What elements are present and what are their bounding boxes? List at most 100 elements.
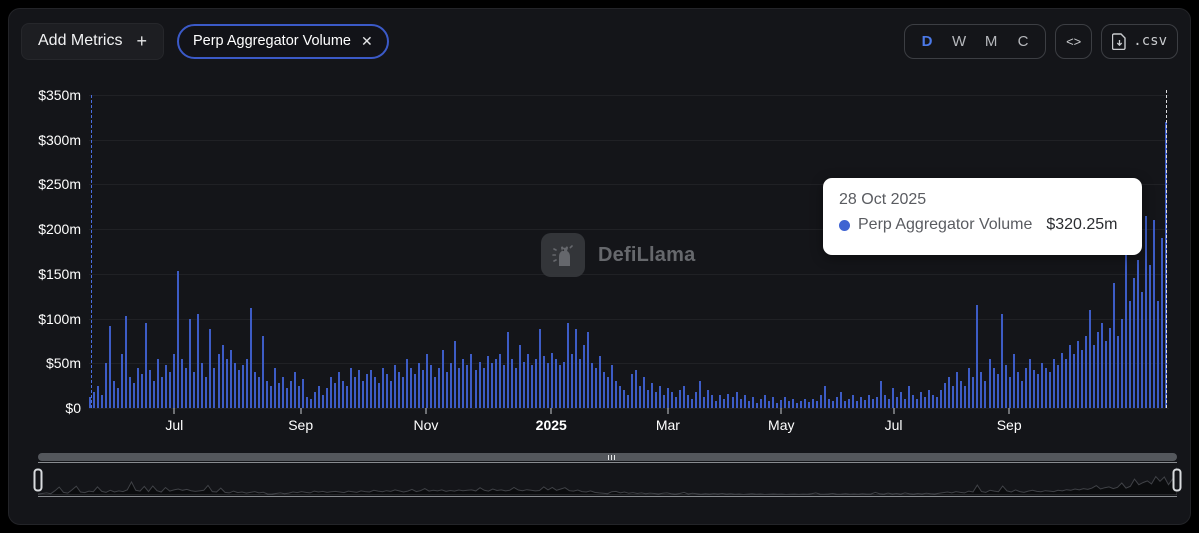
brush-handle-left[interactable] [33,468,43,491]
bar [586,332,589,408]
bar [791,399,794,408]
bar [109,325,112,408]
bar [442,349,445,408]
interval-button-m[interactable]: M [975,33,1007,50]
bar [490,363,493,408]
bar [683,385,686,408]
bar [394,365,397,408]
bar [418,363,421,408]
bar [422,370,425,408]
bar [799,400,802,408]
bar [478,361,481,408]
bar [687,394,690,408]
bar [1121,318,1124,408]
add-metrics-button[interactable]: Add Metrics + [21,22,164,60]
bar [932,394,935,408]
interval-button-c[interactable]: C [1007,33,1039,50]
x-axis-label: May [768,417,795,433]
bar [350,367,353,408]
bar [980,372,983,408]
close-icon[interactable]: ✕ [361,33,373,50]
tooltip: 28 Oct 2025 Perp Aggregator Volume $320.… [823,178,1142,255]
bar [133,382,136,408]
bar [221,345,224,408]
bar [960,381,963,408]
gridline [89,408,1169,409]
bar [984,381,987,408]
bar [699,381,702,408]
bar [526,354,529,408]
bar [333,382,336,408]
x-axis-label: Jul [884,417,903,433]
bar [751,397,754,408]
range-start-dashed-line [91,95,92,408]
bar [643,376,646,408]
bar [594,367,597,408]
bar [659,385,662,408]
bar [578,358,581,408]
bar [884,394,887,408]
zoom-scrollbar[interactable] [38,453,1177,461]
bar [454,340,457,408]
bar [193,372,196,408]
bar [554,358,557,408]
bar [438,367,441,408]
bar [325,388,328,408]
bar [486,356,489,408]
bar [1117,336,1119,408]
download-csv-button[interactable]: .csv [1101,23,1178,59]
bar [956,372,959,408]
bar [265,381,268,408]
bar [651,382,654,408]
csv-label: .csv [1133,33,1167,49]
bar [908,385,911,408]
bar [723,399,726,408]
bar [807,401,810,408]
bar [153,381,156,408]
y-axis-label: $100m [38,310,81,327]
bar [446,372,449,408]
bar [370,370,373,408]
bar [703,397,706,408]
scrollbar-grip-icon[interactable] [607,454,615,460]
metric-pill-perp-aggregator-volume[interactable]: Perp Aggregator Volume ✕ [176,23,389,59]
interval-button-w[interactable]: W [943,33,975,50]
bar [217,354,220,408]
y-axis-label: $250m [38,176,81,193]
embed-button[interactable]: <> [1055,23,1093,59]
bar [426,354,429,408]
bar [257,376,260,408]
bar [823,385,826,408]
bar [281,376,284,408]
file-download-icon [1112,32,1126,50]
bar [831,400,834,408]
bar [398,372,401,408]
bar [1108,327,1111,408]
bar [992,367,995,408]
bar [313,391,316,408]
bar [627,394,630,408]
bar [839,391,842,408]
bar [386,374,389,408]
bar [498,354,501,408]
datazoom-brush[interactable] [33,462,1182,497]
bar [835,397,838,408]
bar [129,376,132,408]
plus-icon: + [136,30,147,51]
bar [558,365,561,408]
bar [920,391,923,408]
brush-handle-right[interactable] [1172,468,1182,491]
bar [390,381,393,408]
bar [289,381,292,408]
bar [233,363,236,408]
bar [1004,365,1007,408]
bar [819,395,822,408]
bar [121,354,124,408]
bar [410,367,413,408]
bar [691,399,694,408]
interval-button-d[interactable]: D [911,33,943,50]
bar [474,370,477,408]
bar [855,400,858,408]
bar [936,397,939,408]
bar [1129,300,1132,408]
